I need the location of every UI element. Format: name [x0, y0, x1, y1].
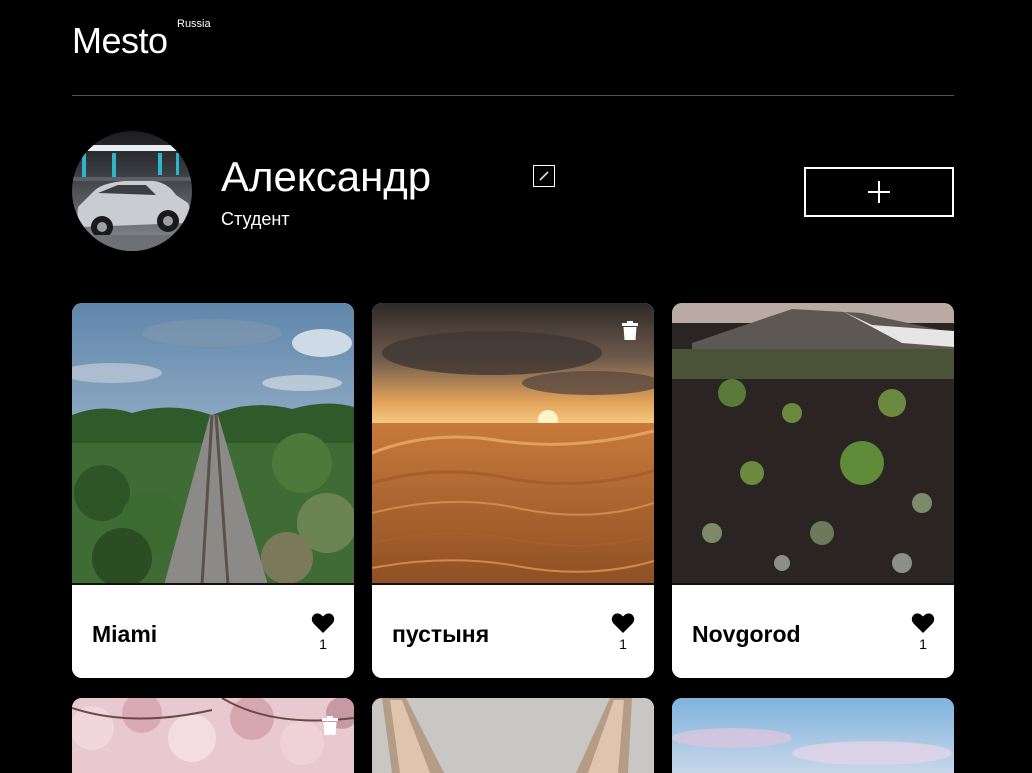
profile-name: Александр: [221, 153, 432, 200]
site-header: Mesto Russia: [72, 0, 954, 96]
card-image[interactable]: [372, 698, 654, 773]
heart-icon: [311, 613, 335, 633]
card: пустыня 1: [372, 303, 654, 678]
card-image[interactable]: [672, 303, 954, 585]
delete-card-button[interactable]: [321, 716, 339, 735]
heart-icon: [911, 613, 935, 633]
card-image[interactable]: [372, 303, 654, 585]
add-card-button[interactable]: [804, 167, 954, 217]
profile-about: Студент: [221, 209, 290, 229]
logo-region-label: Russia: [177, 18, 211, 30]
card: Novgorod 1: [672, 303, 954, 678]
like-button[interactable]: [311, 612, 335, 634]
edit-profile-button[interactable]: [533, 165, 555, 187]
card: [372, 698, 654, 773]
like-count: 1: [319, 636, 327, 652]
trash-icon: [322, 716, 338, 735]
card-info: пустыня 1: [372, 588, 654, 678]
card: [72, 698, 354, 773]
like-button[interactable]: [911, 612, 935, 634]
logo: Mesto: [72, 20, 168, 61]
profile: Александр Студент: [72, 131, 954, 253]
card-image[interactable]: [72, 303, 354, 585]
card-image[interactable]: [672, 698, 954, 773]
delete-card-button[interactable]: [621, 321, 639, 340]
trash-icon: [622, 321, 638, 340]
card-info: Novgorod 1: [672, 588, 954, 678]
avatar[interactable]: [72, 131, 192, 251]
card-title: пустыня: [392, 621, 490, 647]
like-count: 1: [919, 636, 927, 652]
card-title: Miami: [92, 621, 158, 647]
plus-icon: [868, 181, 890, 203]
like-button[interactable]: [611, 612, 635, 634]
card-info: Miami 1: [72, 588, 354, 678]
card-image[interactable]: [72, 698, 354, 773]
pencil-icon: [539, 171, 549, 181]
like-count: 1: [619, 636, 627, 652]
card-title: Novgorod: [692, 621, 801, 647]
heart-icon: [611, 613, 635, 633]
card: Miami 1: [72, 303, 354, 678]
avatar-image: [72, 131, 192, 251]
card: [672, 698, 954, 773]
